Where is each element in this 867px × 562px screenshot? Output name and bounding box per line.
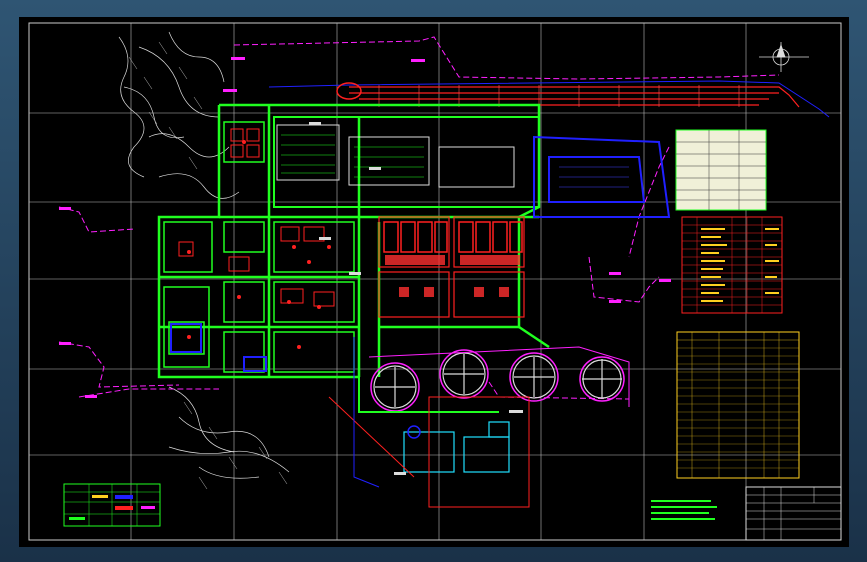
coal-yard [276,124,515,188]
cooling-tower-inner [373,352,622,409]
drawing-sheet[interactable] [19,17,849,547]
terrain-hatching [128,41,288,490]
legend-table [63,483,161,527]
blue-yard-hatch [559,166,629,188]
diagonal-pipeline [328,396,415,478]
north-arrow [759,42,809,72]
boiler-fills [385,255,520,297]
rail-ties [378,85,740,107]
general-notes [651,500,717,520]
site-plan-drawing [28,22,842,541]
notes-table [675,129,767,211]
schedule-table-1 [681,216,783,314]
boilers [383,221,523,253]
coal-yard-hatch [281,134,424,178]
cooling-towers [370,349,625,412]
lower-building-red [428,396,530,508]
title-block [745,486,842,541]
schedule-table-2 [676,331,800,479]
viewer-frame [0,0,867,562]
terrain-contours [118,31,290,479]
coal-shed [273,116,540,208]
